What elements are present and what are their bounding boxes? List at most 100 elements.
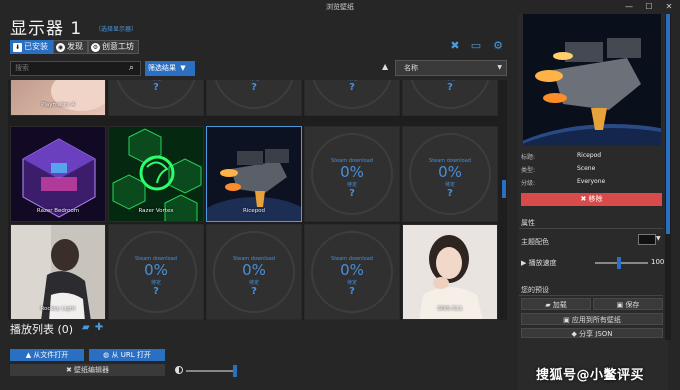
placeholder-sub: 待定: [248, 280, 259, 286]
globe-icon: ◍: [103, 351, 112, 359]
wallpaper-tile[interactable]: SNIS-511: [402, 224, 498, 320]
share-json-button[interactable]: ◆ 分享 JSON: [521, 328, 663, 338]
tab-discover-label: 发现: [67, 42, 83, 51]
share-json-label: 分享 JSON: [579, 330, 613, 338]
playlist-label: 播放列表 (0): [10, 323, 74, 336]
wallpaper-tile[interactable]: Razer Vortex: [108, 126, 204, 222]
placeholder-tile[interactable]: ?待定: [304, 80, 400, 116]
theme-color-swatch[interactable]: [638, 234, 656, 245]
select-monitor-link[interactable]: （选择显示器）: [95, 24, 137, 33]
share-icon: ◆: [571, 330, 580, 338]
gear-icon[interactable]: ⚙: [492, 40, 504, 52]
compass-icon: ◉: [56, 42, 65, 52]
unknown-icon: ?: [349, 286, 355, 297]
unknown-icon: ?: [447, 82, 453, 93]
brightness-slider-knob[interactable]: [233, 365, 237, 377]
placeholder-sub: 待定: [346, 280, 357, 286]
window-titlebar: 浏览壁纸 — ☐ ✕: [0, 0, 680, 14]
playback-rate-knob[interactable]: [617, 257, 621, 269]
chevron-down-icon[interactable]: ▼: [656, 235, 661, 242]
tools-icon[interactable]: ✖: [449, 40, 461, 52]
divider: [519, 228, 663, 229]
unknown-icon: ?: [349, 188, 355, 199]
maximize-button[interactable]: ☐: [642, 1, 656, 12]
search-icon[interactable]: ⌕: [129, 63, 134, 73]
wallpaper-tile-label: Rockey Light: [40, 306, 76, 312]
properties-header: 属性: [521, 219, 535, 227]
wallpaper-tile[interactable]: Playmates 4: [10, 80, 106, 116]
wallpaper-thumbnail: [11, 80, 105, 115]
tab-discover[interactable]: ◉ 发现: [53, 40, 88, 54]
playback-rate-row: ▶ 播放速度: [521, 258, 557, 268]
tools-icon: ✖: [65, 366, 75, 374]
wallpaper-preview: [523, 14, 661, 146]
tab-workshop-label: 创意工坊: [102, 42, 134, 51]
sort-direction-icon[interactable]: ▲: [382, 62, 388, 71]
wallpaper-editor-button[interactable]: ✖ 壁纸编辑器: [10, 364, 165, 376]
tab-installed[interactable]: ⬇ 已安装: [10, 40, 53, 54]
placeholder-tile[interactable]: Steam download 0% 待定 ?: [402, 126, 498, 222]
load-preset-button[interactable]: ▰ 加载: [521, 298, 591, 310]
brightness-slider[interactable]: [186, 370, 236, 372]
download-percent: 0%: [242, 261, 266, 279]
wallpaper-grid: Playmates 4 ?待定 ?待定 ?待定 ?待定 Razer Bedroo…: [8, 80, 501, 320]
apply-all-button[interactable]: ▣ 应用到所有壁纸: [521, 313, 663, 325]
folder-icon[interactable]: ▰: [82, 322, 90, 333]
download-icon: ⬇: [13, 42, 22, 52]
monitor-icon[interactable]: ▭: [470, 40, 482, 52]
load-preset-label: 加载: [552, 301, 567, 309]
remove-button[interactable]: ✖ 移除: [521, 193, 662, 206]
save-preset-label: 保存: [625, 301, 640, 309]
panel-scrollbar[interactable]: [665, 14, 671, 340]
steam-icon: ⚙: [91, 42, 100, 52]
placeholder-tile[interactable]: ?待定: [108, 80, 204, 116]
filter-button-label: 筛选结果: [148, 64, 176, 72]
wallpaper-tile[interactable]: Razer Bedroom: [10, 126, 106, 222]
window-title: 浏览壁纸: [326, 3, 354, 11]
open-from-file-label: 从文件打开: [33, 351, 69, 359]
wallpaper-tile[interactable]: Rockey Light: [10, 224, 106, 320]
sort-select[interactable]: 名称 ▼: [395, 60, 507, 76]
filter-button[interactable]: 筛选结果 ▼: [145, 61, 195, 76]
playback-rate-slider[interactable]: [595, 262, 648, 264]
placeholder-tile[interactable]: Steam download 0% 待定 ?: [304, 224, 400, 320]
title-key: 标题:: [521, 154, 536, 161]
scrollbar-thumb[interactable]: [502, 180, 506, 198]
close-window-button[interactable]: ✕: [662, 1, 676, 12]
close-icon: ✖: [580, 195, 589, 203]
scrollbar-thumb[interactable]: [666, 14, 670, 234]
wallpaper-tile-label: Playmates 4: [41, 102, 75, 108]
unknown-icon: ?: [153, 286, 159, 297]
download-percent: 0%: [340, 163, 364, 181]
folder-icon: ▰: [545, 301, 553, 309]
placeholder-tile[interactable]: Steam download 0% 待定 ?: [108, 224, 204, 320]
unknown-icon: ?: [251, 286, 257, 297]
add-icon[interactable]: ✚: [95, 322, 103, 333]
open-from-url-button[interactable]: ◍ 从 URL 打开: [89, 349, 165, 361]
wallpaper-tile-selected[interactable]: Ricepod: [206, 126, 302, 222]
search-input[interactable]: [10, 61, 141, 76]
play-icon[interactable]: ▶: [521, 259, 529, 267]
placeholder-sub: 待定: [305, 80, 399, 82]
placeholder-tile[interactable]: Steam download 0% 待定 ?: [304, 126, 400, 222]
page-title: 显示器 1: [10, 19, 83, 39]
open-from-file-button[interactable]: ▲ 从文件打开: [10, 349, 84, 361]
open-from-url-label: 从 URL 打开: [111, 351, 151, 359]
chevron-down-icon: ▼: [497, 64, 502, 71]
placeholder-tile[interactable]: ?待定: [206, 80, 302, 116]
unknown-icon: ?: [251, 82, 257, 93]
placeholder-tile[interactable]: Steam download 0% 待定 ?: [206, 224, 302, 320]
placeholder-sub: 待定: [207, 80, 301, 82]
brightness-icon: [175, 366, 183, 374]
tab-workshop[interactable]: ⚙ 创意工坊: [88, 40, 139, 54]
grid-scrollbar[interactable]: [501, 80, 507, 320]
download-percent: 0%: [144, 261, 168, 279]
minimize-button[interactable]: —: [622, 1, 636, 12]
rating-key: 分级:: [521, 180, 536, 187]
title-value: Ricepod: [577, 152, 602, 159]
theme-color-label: 主题配色: [521, 238, 549, 246]
wallpaper-tile-label: Razer Vortex: [138, 208, 174, 214]
preview-image: [523, 14, 661, 146]
placeholder-tile[interactable]: ?待定: [402, 80, 498, 116]
save-preset-button[interactable]: ▣ 保存: [593, 298, 663, 310]
